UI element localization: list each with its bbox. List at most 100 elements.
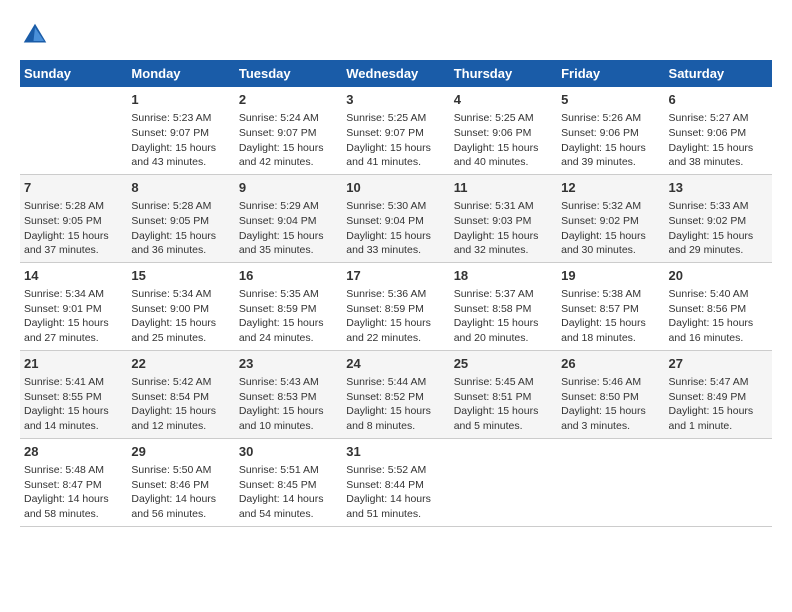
header-tuesday: Tuesday <box>235 60 342 87</box>
calendar-cell: 18 Sunrise: 5:37 AM Sunset: 8:58 PM Dayli… <box>450 262 557 350</box>
day-info: Sunrise: 5:37 AM Sunset: 8:58 PM Dayligh… <box>454 287 553 346</box>
week-row-1: 1 Sunrise: 5:23 AM Sunset: 9:07 PM Daylig… <box>20 87 772 174</box>
calendar-cell: 21 Sunrise: 5:41 AM Sunset: 8:55 PM Dayli… <box>20 350 127 438</box>
day-info: Sunrise: 5:41 AM Sunset: 8:55 PM Dayligh… <box>24 375 123 434</box>
calendar-cell: 22 Sunrise: 5:42 AM Sunset: 8:54 PM Dayli… <box>127 350 234 438</box>
day-number: 25 <box>454 355 553 373</box>
day-info: Sunrise: 5:36 AM Sunset: 8:59 PM Dayligh… <box>346 287 445 346</box>
day-info: Sunrise: 5:40 AM Sunset: 8:56 PM Dayligh… <box>669 287 768 346</box>
calendar-cell: 29Sunrise: 5:50 AM Sunset: 8:46 PM Dayli… <box>127 438 234 526</box>
day-info: Sunrise: 5:32 AM Sunset: 9:02 PM Dayligh… <box>561 199 660 258</box>
day-number: 4 <box>454 91 553 109</box>
day-info: Sunrise: 5:50 AM Sunset: 8:46 PM Dayligh… <box>131 463 230 522</box>
day-number: 28 <box>24 443 123 461</box>
day-number: 17 <box>346 267 445 285</box>
day-number: 22 <box>131 355 230 373</box>
day-info: Sunrise: 5:25 AM Sunset: 9:07 PM Dayligh… <box>346 111 445 170</box>
day-info: Sunrise: 5:28 AM Sunset: 9:05 PM Dayligh… <box>131 199 230 258</box>
day-number: 12 <box>561 179 660 197</box>
week-row-4: 21 Sunrise: 5:41 AM Sunset: 8:55 PM Dayli… <box>20 350 772 438</box>
day-info: Sunrise: 5:46 AM Sunset: 8:50 PM Dayligh… <box>561 375 660 434</box>
calendar-table: SundayMondayTuesdayWednesdayThursdayFrid… <box>20 60 772 527</box>
header-wednesday: Wednesday <box>342 60 449 87</box>
day-info: Sunrise: 5:31 AM Sunset: 9:03 PM Dayligh… <box>454 199 553 258</box>
day-number: 1 <box>131 91 230 109</box>
day-number: 31 <box>346 443 445 461</box>
calendar-cell: 1 Sunrise: 5:23 AM Sunset: 9:07 PM Daylig… <box>127 87 234 174</box>
day-info: Sunrise: 5:44 AM Sunset: 8:52 PM Dayligh… <box>346 375 445 434</box>
calendar-cell: 26 Sunrise: 5:46 AM Sunset: 8:50 PM Dayli… <box>557 350 664 438</box>
calendar-cell: 30 Sunrise: 5:51 AM Sunset: 8:45 PM Dayli… <box>235 438 342 526</box>
calendar-cell: 25Sunrise: 5:45 AM Sunset: 8:51 PM Dayli… <box>450 350 557 438</box>
calendar-cell <box>665 438 772 526</box>
calendar-cell: 12 Sunrise: 5:32 AM Sunset: 9:02 PM Dayli… <box>557 174 664 262</box>
week-row-3: 14 Sunrise: 5:34 AM Sunset: 9:01 PM Dayli… <box>20 262 772 350</box>
day-info: Sunrise: 5:38 AM Sunset: 8:57 PM Dayligh… <box>561 287 660 346</box>
day-info: Sunrise: 5:48 AM Sunset: 8:47 PM Dayligh… <box>24 463 123 522</box>
calendar-cell: 15 Sunrise: 5:34 AM Sunset: 9:00 PM Dayli… <box>127 262 234 350</box>
calendar-cell: 24Sunrise: 5:44 AM Sunset: 8:52 PM Dayli… <box>342 350 449 438</box>
calendar-header: SundayMondayTuesdayWednesdayThursdayFrid… <box>20 60 772 87</box>
day-info: Sunrise: 5:30 AM Sunset: 9:04 PM Dayligh… <box>346 199 445 258</box>
calendar-cell <box>20 87 127 174</box>
logo-icon <box>20 20 50 50</box>
header-friday: Friday <box>557 60 664 87</box>
header-saturday: Saturday <box>665 60 772 87</box>
calendar-cell: 27 Sunrise: 5:47 AM Sunset: 8:49 PM Dayli… <box>665 350 772 438</box>
day-info: Sunrise: 5:42 AM Sunset: 8:54 PM Dayligh… <box>131 375 230 434</box>
header-monday: Monday <box>127 60 234 87</box>
calendar-cell: 14 Sunrise: 5:34 AM Sunset: 9:01 PM Dayli… <box>20 262 127 350</box>
day-number: 30 <box>239 443 338 461</box>
day-info: Sunrise: 5:35 AM Sunset: 8:59 PM Dayligh… <box>239 287 338 346</box>
calendar-cell: 17 Sunrise: 5:36 AM Sunset: 8:59 PM Dayli… <box>342 262 449 350</box>
calendar-cell: 3Sunrise: 5:25 AM Sunset: 9:07 PM Daylig… <box>342 87 449 174</box>
day-number: 26 <box>561 355 660 373</box>
day-number: 6 <box>669 91 768 109</box>
day-number: 15 <box>131 267 230 285</box>
calendar-cell: 8 Sunrise: 5:28 AM Sunset: 9:05 PM Daylig… <box>127 174 234 262</box>
day-number: 10 <box>346 179 445 197</box>
day-info: Sunrise: 5:29 AM Sunset: 9:04 PM Dayligh… <box>239 199 338 258</box>
calendar-cell: 4 Sunrise: 5:25 AM Sunset: 9:06 PM Daylig… <box>450 87 557 174</box>
calendar-cell: 5 Sunrise: 5:26 AM Sunset: 9:06 PM Daylig… <box>557 87 664 174</box>
header-thursday: Thursday <box>450 60 557 87</box>
week-row-5: 28 Sunrise: 5:48 AM Sunset: 8:47 PM Dayli… <box>20 438 772 526</box>
day-info: Sunrise: 5:25 AM Sunset: 9:06 PM Dayligh… <box>454 111 553 170</box>
calendar-cell: 19 Sunrise: 5:38 AM Sunset: 8:57 PM Dayli… <box>557 262 664 350</box>
calendar-cell: 16Sunrise: 5:35 AM Sunset: 8:59 PM Dayli… <box>235 262 342 350</box>
day-info: Sunrise: 5:47 AM Sunset: 8:49 PM Dayligh… <box>669 375 768 434</box>
day-number: 9 <box>239 179 338 197</box>
day-info: Sunrise: 5:23 AM Sunset: 9:07 PM Dayligh… <box>131 111 230 170</box>
calendar-cell: 10 Sunrise: 5:30 AM Sunset: 9:04 PM Dayli… <box>342 174 449 262</box>
day-info: Sunrise: 5:34 AM Sunset: 9:00 PM Dayligh… <box>131 287 230 346</box>
day-info: Sunrise: 5:51 AM Sunset: 8:45 PM Dayligh… <box>239 463 338 522</box>
day-info: Sunrise: 5:52 AM Sunset: 8:44 PM Dayligh… <box>346 463 445 522</box>
day-number: 5 <box>561 91 660 109</box>
logo <box>20 20 54 50</box>
day-number: 7 <box>24 179 123 197</box>
calendar-cell: 6Sunrise: 5:27 AM Sunset: 9:06 PM Daylig… <box>665 87 772 174</box>
day-number: 27 <box>669 355 768 373</box>
calendar-cell: 20Sunrise: 5:40 AM Sunset: 8:56 PM Dayli… <box>665 262 772 350</box>
week-row-2: 7 Sunrise: 5:28 AM Sunset: 9:05 PM Daylig… <box>20 174 772 262</box>
calendar-cell: 7 Sunrise: 5:28 AM Sunset: 9:05 PM Daylig… <box>20 174 127 262</box>
day-number: 8 <box>131 179 230 197</box>
day-number: 18 <box>454 267 553 285</box>
page-header <box>20 20 772 50</box>
day-info: Sunrise: 5:28 AM Sunset: 9:05 PM Dayligh… <box>24 199 123 258</box>
day-number: 19 <box>561 267 660 285</box>
day-number: 14 <box>24 267 123 285</box>
day-number: 11 <box>454 179 553 197</box>
day-info: Sunrise: 5:34 AM Sunset: 9:01 PM Dayligh… <box>24 287 123 346</box>
day-info: Sunrise: 5:26 AM Sunset: 9:06 PM Dayligh… <box>561 111 660 170</box>
day-info: Sunrise: 5:43 AM Sunset: 8:53 PM Dayligh… <box>239 375 338 434</box>
header-sunday: Sunday <box>20 60 127 87</box>
calendar-cell: 11 Sunrise: 5:31 AM Sunset: 9:03 PM Dayli… <box>450 174 557 262</box>
calendar-cell <box>450 438 557 526</box>
calendar-cell: 31 Sunrise: 5:52 AM Sunset: 8:44 PM Dayli… <box>342 438 449 526</box>
day-info: Sunrise: 5:24 AM Sunset: 9:07 PM Dayligh… <box>239 111 338 170</box>
day-number: 21 <box>24 355 123 373</box>
calendar-cell: 2Sunrise: 5:24 AM Sunset: 9:07 PM Daylig… <box>235 87 342 174</box>
calendar-cell <box>557 438 664 526</box>
calendar-cell: 9 Sunrise: 5:29 AM Sunset: 9:04 PM Daylig… <box>235 174 342 262</box>
